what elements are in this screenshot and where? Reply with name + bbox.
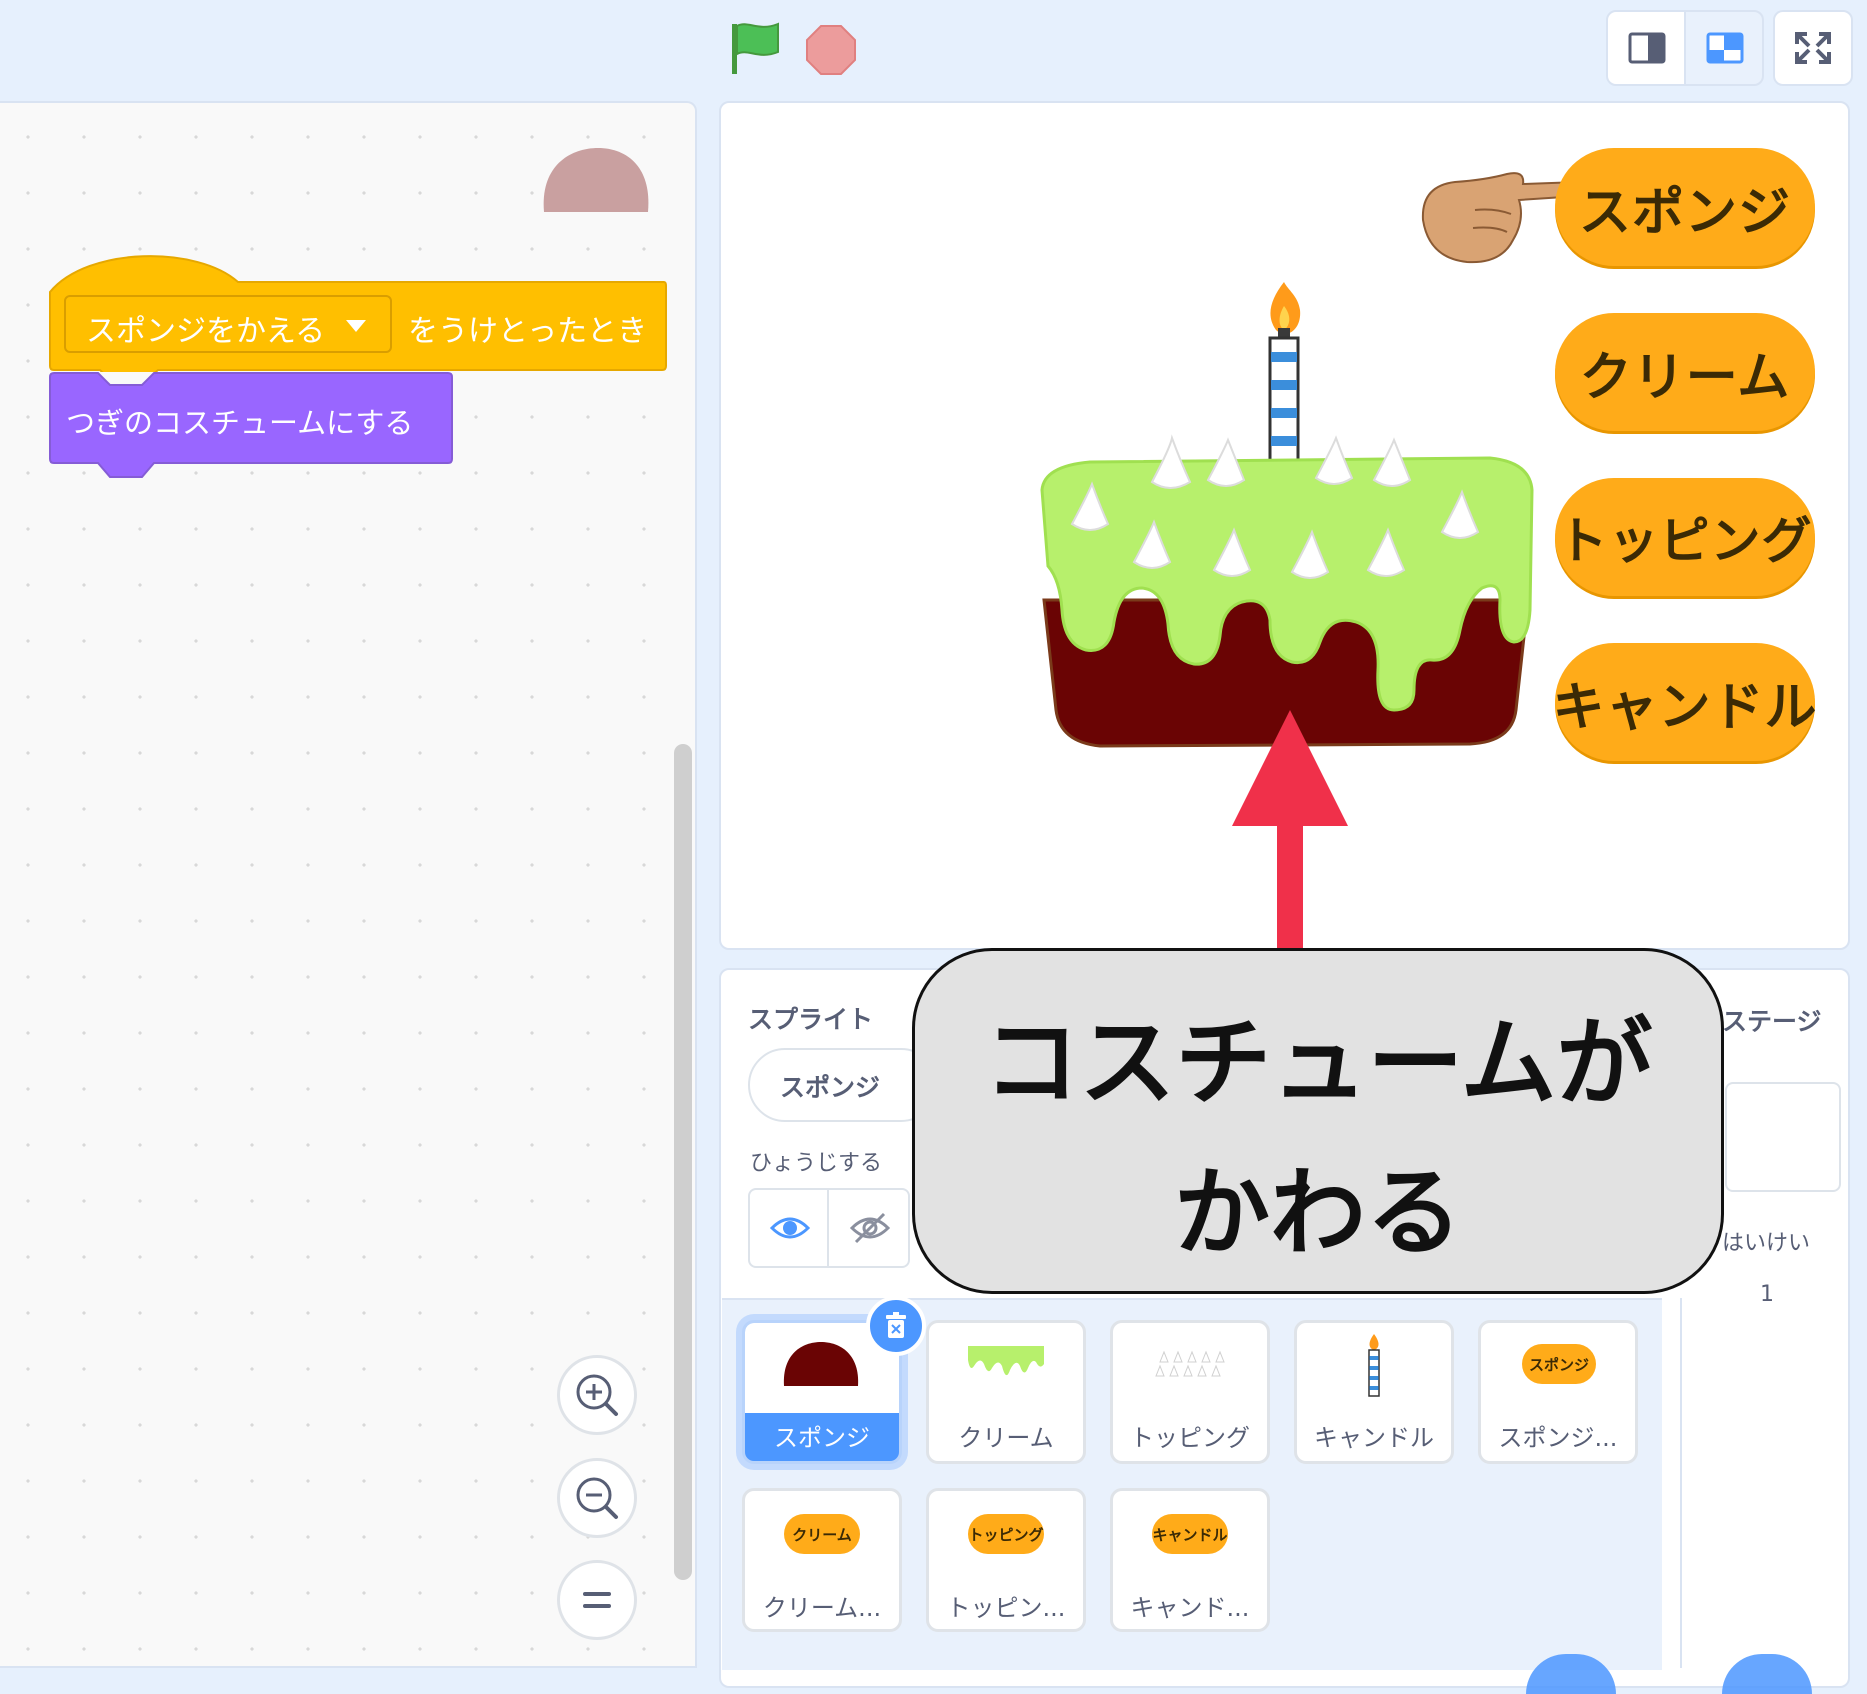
sprite-tile-label: クリーム xyxy=(958,1424,1054,1452)
code-scrollbar[interactable] xyxy=(674,744,692,1580)
cake-sprite[interactable] xyxy=(1030,270,1550,770)
candle-thumbnail xyxy=(1368,1334,1380,1397)
topping-thumbnail xyxy=(1155,1350,1225,1377)
trash-icon xyxy=(886,1312,906,1338)
eye-off-icon[interactable] xyxy=(850,1210,890,1246)
topping-button-thumbnail: トッピング xyxy=(968,1514,1044,1554)
small-stage-icon xyxy=(1628,32,1666,64)
cream-thumbnail xyxy=(968,1346,1044,1376)
stage-button-sponge[interactable]: スポンジ xyxy=(1555,148,1815,266)
stage-button-topping[interactable]: トッピング xyxy=(1555,478,1815,596)
up-arrow-icon xyxy=(1232,710,1348,950)
eye-icon[interactable] xyxy=(770,1210,810,1246)
zoom-in-button[interactable] xyxy=(557,1355,637,1435)
delete-sprite-button[interactable] xyxy=(866,1296,926,1356)
callout-text-line1: コスチュームが xyxy=(983,1007,1653,1119)
dropdown-arrow-icon[interactable] xyxy=(346,320,366,332)
message-dropdown-label: スポンジをかえる xyxy=(86,314,326,349)
sprite-tile-label: スポンジ xyxy=(774,1424,870,1452)
fullscreen-icon xyxy=(1795,32,1831,64)
zoom-out-icon xyxy=(576,1477,618,1519)
stage-thumbnail[interactable] xyxy=(1725,1082,1841,1192)
cream-button-thumbnail: クリーム xyxy=(784,1514,860,1554)
small-stage-button[interactable] xyxy=(1606,10,1686,86)
fullscreen-button[interactable] xyxy=(1773,10,1853,86)
sprite-tile-label: キャンドル xyxy=(1314,1424,1434,1452)
normal-stage-icon xyxy=(1706,32,1744,64)
visibility-divider xyxy=(827,1190,829,1266)
equals-icon xyxy=(583,1592,611,1608)
menu-bar xyxy=(0,0,1867,100)
hat-block-label: をうけとったとき xyxy=(408,314,648,349)
show-label: ひょうじする xyxy=(750,1151,883,1176)
stage-button-cream[interactable]: クリーム xyxy=(1555,313,1815,431)
backdrop-count: 1 xyxy=(1760,1282,1774,1307)
normal-stage-button[interactable] xyxy=(1684,10,1764,86)
sprite-pane-title: スプライト xyxy=(748,1005,874,1034)
pane-divider xyxy=(1680,1298,1682,1668)
sprite-preview-icon xyxy=(543,148,649,212)
sprite-name-value[interactable]: スポンジ xyxy=(780,1068,880,1104)
stage-button-candle[interactable]: キャンドル xyxy=(1553,643,1817,761)
sprite-tile-label: トッピング xyxy=(1130,1424,1250,1452)
green-flag-icon[interactable] xyxy=(730,20,782,76)
sprite-tile-label: スポンジ... xyxy=(1498,1424,1618,1452)
sprite-tile-label: キャンド... xyxy=(1130,1594,1250,1622)
sponge-thumbnail xyxy=(783,1342,859,1386)
next-costume-label: つぎのコスチュームにする xyxy=(66,406,414,440)
zoom-out-button[interactable] xyxy=(557,1458,637,1538)
sprite-tile-label: トッピン... xyxy=(946,1594,1066,1622)
zoom-reset-button[interactable] xyxy=(557,1560,637,1640)
sponge-button-thumbnail: スポンジ xyxy=(1522,1344,1596,1384)
callout-text-line2: かわる xyxy=(1174,1157,1462,1269)
stop-icon[interactable] xyxy=(805,24,857,76)
backdrop-label: はいけい xyxy=(1722,1231,1811,1256)
stage-pane-title: ステージ xyxy=(1722,1007,1822,1036)
zoom-in-icon xyxy=(576,1374,618,1416)
sprite-tile-label: クリーム... xyxy=(762,1594,882,1622)
candle-button-thumbnail: キャンドル xyxy=(1152,1514,1228,1554)
